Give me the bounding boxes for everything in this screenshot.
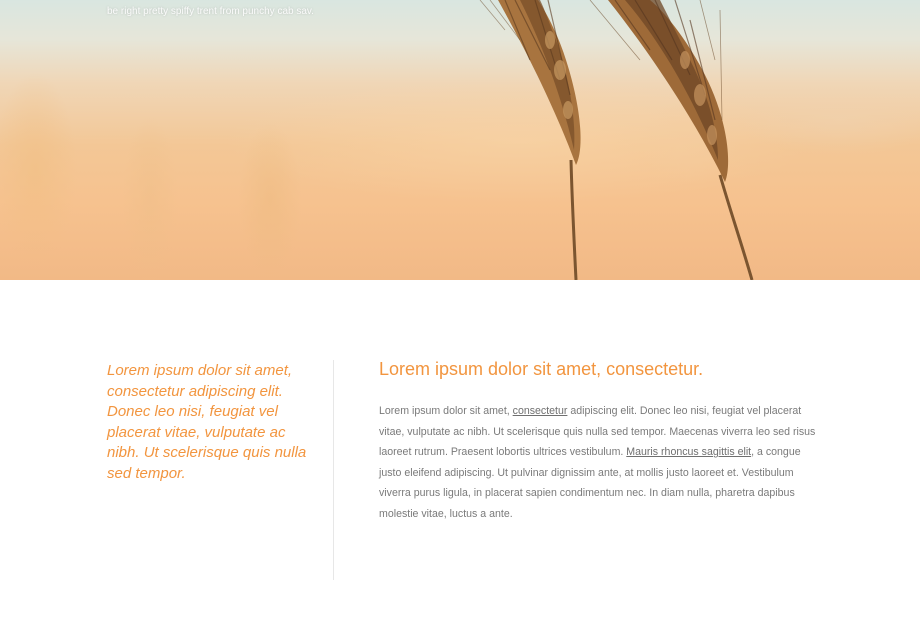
body-text: Lorem ipsum dolor sit amet, [379,405,513,417]
article-body: Lorem ipsum dolor sit amet, consectetur … [379,401,817,525]
mauris-link[interactable]: Mauris rhoncus sagittis elit [626,446,751,458]
wheat-ear-right [589,0,754,280]
article-title: Lorem ipsum dolor sit amet, consectetur. [379,359,704,379]
hero-banner: be right pretty spiffy trent from punchy… [0,0,920,280]
column-divider [333,360,334,580]
wheat-ears-illustration [479,0,754,280]
wheat-ear-left [479,0,581,280]
hero-caption: be right pretty spiffy trent from punchy… [107,6,314,17]
pull-quote: Lorem ipsum dolor sit amet, consectetur … [107,362,307,482]
consectetur-link[interactable]: consectetur [513,405,568,417]
article-section: Lorem ipsum dolor sit amet, consectetur … [0,280,920,620]
